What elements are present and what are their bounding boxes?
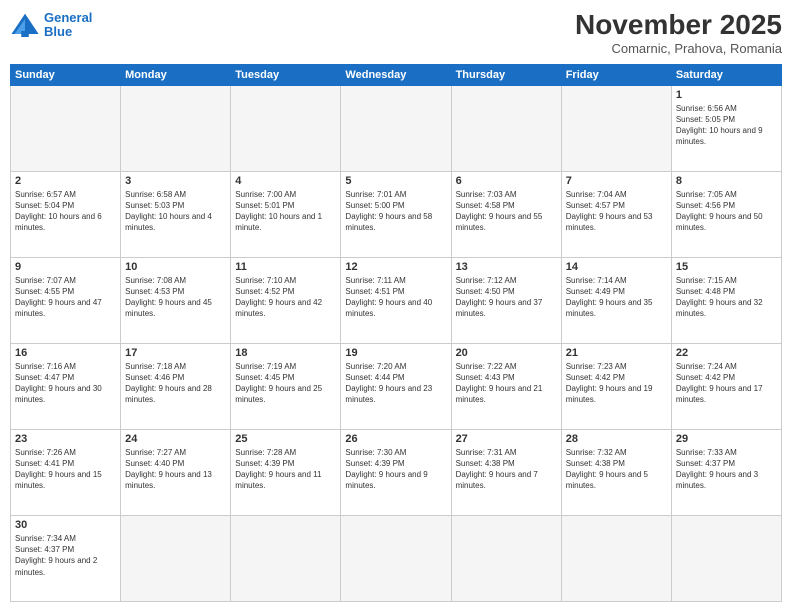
day-16: 16 Sunrise: 7:16 AMSunset: 4:47 PMDaylig…: [11, 343, 121, 429]
day-29: 29 Sunrise: 7:33 AMSunset: 4:37 PMDaylig…: [671, 429, 781, 515]
empty-cell: [121, 85, 231, 171]
day-number-2: 2: [15, 175, 116, 187]
day-15: 15 Sunrise: 7:15 AMSunset: 4:48 PMDaylig…: [671, 257, 781, 343]
day-number-1: 1: [676, 89, 777, 101]
month-title: November 2025: [575, 10, 782, 41]
day-13: 13 Sunrise: 7:12 AMSunset: 4:50 PMDaylig…: [451, 257, 561, 343]
page: General Blue November 2025 Comarnic, Pra…: [0, 0, 792, 612]
week-row-3: 9 Sunrise: 7:07 AMSunset: 4:55 PMDayligh…: [11, 257, 782, 343]
logo-icon: [10, 10, 40, 40]
week-row-2: 2 Sunrise: 6:57 AMSunset: 5:04 PMDayligh…: [11, 171, 782, 257]
day-22: 22 Sunrise: 7:24 AMSunset: 4:42 PMDaylig…: [671, 343, 781, 429]
day-26: 26 Sunrise: 7:30 AMSunset: 4:39 PMDaylig…: [341, 429, 451, 515]
location-subtitle: Comarnic, Prahova, Romania: [575, 41, 782, 56]
col-friday: Friday: [561, 64, 671, 85]
empty-cell: [451, 85, 561, 171]
col-wednesday: Wednesday: [341, 64, 451, 85]
day-3: 3 Sunrise: 6:58 AMSunset: 5:03 PMDayligh…: [121, 171, 231, 257]
day-27: 27 Sunrise: 7:31 AMSunset: 4:38 PMDaylig…: [451, 429, 561, 515]
empty-cell: [341, 515, 451, 601]
day-10: 10 Sunrise: 7:08 AMSunset: 4:53 PMDaylig…: [121, 257, 231, 343]
day-30: 30 Sunrise: 7:34 AMSunset: 4:37 PMDaylig…: [11, 515, 121, 601]
day-5: 5 Sunrise: 7:01 AMSunset: 5:00 PMDayligh…: [341, 171, 451, 257]
title-block: November 2025 Comarnic, Prahova, Romania: [575, 10, 782, 56]
day-23: 23 Sunrise: 7:26 AMSunset: 4:41 PMDaylig…: [11, 429, 121, 515]
empty-cell: [671, 515, 781, 601]
empty-cell: [561, 515, 671, 601]
col-sunday: Sunday: [11, 64, 121, 85]
empty-cell: [561, 85, 671, 171]
day-2: 2 Sunrise: 6:57 AMSunset: 5:04 PMDayligh…: [11, 171, 121, 257]
empty-cell: [121, 515, 231, 601]
empty-cell: [341, 85, 451, 171]
logo-general: General: [44, 10, 92, 25]
empty-cell: [231, 85, 341, 171]
day-18: 18 Sunrise: 7:19 AMSunset: 4:45 PMDaylig…: [231, 343, 341, 429]
day-24: 24 Sunrise: 7:27 AMSunset: 4:40 PMDaylig…: [121, 429, 231, 515]
empty-cell: [451, 515, 561, 601]
empty-cell: [11, 85, 121, 171]
col-tuesday: Tuesday: [231, 64, 341, 85]
col-monday: Monday: [121, 64, 231, 85]
week-row-4: 16 Sunrise: 7:16 AMSunset: 4:47 PMDaylig…: [11, 343, 782, 429]
calendar-header: Sunday Monday Tuesday Wednesday Thursday…: [11, 64, 782, 85]
day-21: 21 Sunrise: 7:23 AMSunset: 4:42 PMDaylig…: [561, 343, 671, 429]
calendar-table: Sunday Monday Tuesday Wednesday Thursday…: [10, 64, 782, 602]
weekday-row: Sunday Monday Tuesday Wednesday Thursday…: [11, 64, 782, 85]
day-11: 11 Sunrise: 7:10 AMSunset: 4:52 PMDaylig…: [231, 257, 341, 343]
logo-blue: Blue: [44, 24, 72, 39]
week-row-5: 23 Sunrise: 7:26 AMSunset: 4:41 PMDaylig…: [11, 429, 782, 515]
day-19: 19 Sunrise: 7:20 AMSunset: 4:44 PMDaylig…: [341, 343, 451, 429]
day-info-2: Sunrise: 6:57 AMSunset: 5:04 PMDaylight:…: [15, 189, 116, 234]
calendar-body: 1 Sunrise: 6:56 AM Sunset: 5:05 PM Dayli…: [11, 85, 782, 601]
week-row-6: 30 Sunrise: 7:34 AMSunset: 4:37 PMDaylig…: [11, 515, 782, 601]
day-8: 8 Sunrise: 7:05 AMSunset: 4:56 PMDayligh…: [671, 171, 781, 257]
day-7: 7 Sunrise: 7:04 AMSunset: 4:57 PMDayligh…: [561, 171, 671, 257]
day-1: 1 Sunrise: 6:56 AM Sunset: 5:05 PM Dayli…: [671, 85, 781, 171]
logo: General Blue: [10, 10, 92, 40]
logo-text: General Blue: [44, 11, 92, 40]
day-25: 25 Sunrise: 7:28 AMSunset: 4:39 PMDaylig…: [231, 429, 341, 515]
day-17: 17 Sunrise: 7:18 AMSunset: 4:46 PMDaylig…: [121, 343, 231, 429]
day-9: 9 Sunrise: 7:07 AMSunset: 4:55 PMDayligh…: [11, 257, 121, 343]
day-6: 6 Sunrise: 7:03 AMSunset: 4:58 PMDayligh…: [451, 171, 561, 257]
day-info-1: Sunrise: 6:56 AM Sunset: 5:05 PM Dayligh…: [676, 103, 777, 148]
col-thursday: Thursday: [451, 64, 561, 85]
day-28: 28 Sunrise: 7:32 AMSunset: 4:38 PMDaylig…: [561, 429, 671, 515]
week-row-1: 1 Sunrise: 6:56 AM Sunset: 5:05 PM Dayli…: [11, 85, 782, 171]
day-14: 14 Sunrise: 7:14 AMSunset: 4:49 PMDaylig…: [561, 257, 671, 343]
day-12: 12 Sunrise: 7:11 AMSunset: 4:51 PMDaylig…: [341, 257, 451, 343]
day-20: 20 Sunrise: 7:22 AMSunset: 4:43 PMDaylig…: [451, 343, 561, 429]
col-saturday: Saturday: [671, 64, 781, 85]
day-4: 4 Sunrise: 7:00 AMSunset: 5:01 PMDayligh…: [231, 171, 341, 257]
empty-cell: [231, 515, 341, 601]
header: General Blue November 2025 Comarnic, Pra…: [10, 10, 782, 56]
